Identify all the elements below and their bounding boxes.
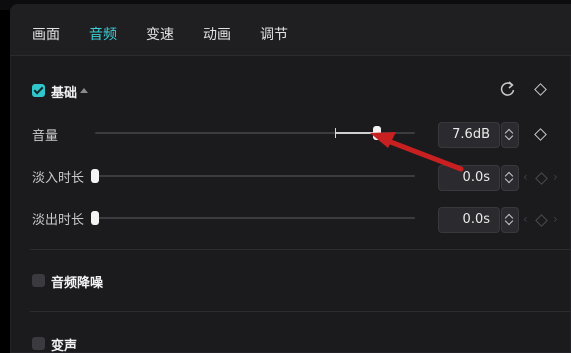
tab-adjust[interactable]: 调节 bbox=[260, 24, 288, 46]
basic-checkbox[interactable] bbox=[32, 84, 45, 97]
collapse-caret-icon[interactable] bbox=[80, 88, 88, 93]
next-keyframe-icon: › bbox=[553, 212, 558, 226]
fade-in-value-field[interactable]: 0.0s bbox=[438, 165, 500, 191]
fade-out-value-field[interactable]: 0.0s bbox=[438, 207, 500, 233]
noise-reduction-checkbox[interactable] bbox=[32, 274, 45, 287]
volume-slider-thumb[interactable] bbox=[373, 126, 381, 140]
fade-out-keyframe-icon bbox=[535, 214, 548, 227]
basic-keyframe-icon[interactable] bbox=[534, 83, 547, 96]
tab-video[interactable]: 画面 bbox=[32, 24, 60, 46]
basic-section-title: 基础 bbox=[51, 86, 78, 101]
next-keyframe-icon: › bbox=[553, 170, 558, 184]
section-divider bbox=[30, 249, 570, 250]
tab-animation[interactable]: 动画 bbox=[203, 24, 231, 46]
fade-out-slider-thumb[interactable] bbox=[91, 211, 99, 225]
fade-in-slider-thumb[interactable] bbox=[91, 169, 99, 183]
volume-stepper[interactable] bbox=[501, 122, 519, 148]
fade-in-stepper[interactable] bbox=[501, 165, 519, 191]
tab-bar: 画面 音频 变速 动画 调节 bbox=[10, 4, 571, 56]
voice-change-checkbox[interactable] bbox=[32, 337, 45, 350]
voice-change-title: 变声 bbox=[51, 339, 78, 353]
noise-reduction-title: 音频降噪 bbox=[51, 276, 104, 291]
fade-in-keyframe-icon bbox=[535, 172, 548, 185]
tab-speed[interactable]: 变速 bbox=[146, 24, 174, 46]
fade-in-slider[interactable] bbox=[91, 169, 415, 183]
tab-audio[interactable]: 音频 bbox=[89, 24, 117, 46]
prev-keyframe-icon: ‹ bbox=[523, 170, 528, 184]
volume-label: 音量 bbox=[32, 129, 59, 144]
fade-in-label: 淡入时长 bbox=[32, 171, 85, 186]
volume-keyframe-icon[interactable] bbox=[534, 128, 547, 141]
volume-value-field[interactable]: 7.6dB bbox=[438, 122, 500, 148]
fade-out-slider[interactable] bbox=[91, 211, 415, 225]
volume-default-marker bbox=[335, 128, 336, 138]
volume-slider-fill bbox=[335, 132, 377, 134]
section-divider bbox=[30, 311, 570, 312]
prev-keyframe-icon: ‹ bbox=[523, 212, 528, 226]
fade-out-label: 淡出时长 bbox=[32, 213, 85, 228]
volume-slider[interactable] bbox=[95, 126, 415, 140]
reset-icon[interactable] bbox=[500, 81, 515, 96]
audio-panel: 画面 音频 变速 动画 调节 基础 音量 7.6dB 淡入时长 0.0s ‹ › bbox=[10, 4, 571, 353]
fade-out-stepper[interactable] bbox=[501, 207, 519, 233]
